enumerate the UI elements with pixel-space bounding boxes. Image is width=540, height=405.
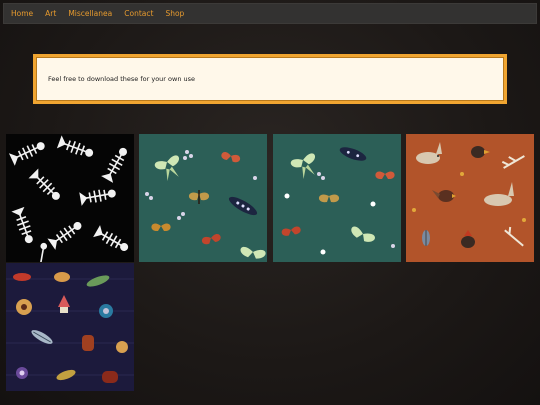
pattern-tile-luna-moths-variant[interactable]	[273, 134, 401, 262]
pattern-tile-fish-skeletons[interactable]	[6, 134, 134, 262]
nav-shop-link[interactable]: Shop	[165, 9, 184, 18]
download-notice-text: Feel free to download these for your own…	[48, 75, 196, 83]
pattern-tile-hares-and-birds[interactable]	[406, 134, 534, 262]
download-notice-box: Feel free to download these for your own…	[33, 54, 507, 104]
nav-miscellanea-link[interactable]: Miscellanea	[68, 9, 112, 18]
nav-contact-link[interactable]: Contact	[124, 9, 153, 18]
luna-moth-variant-pattern-image	[273, 134, 401, 262]
fishing-lures-pattern-image	[6, 263, 134, 391]
luna-moth-pattern-image	[139, 134, 267, 262]
pattern-tile-fishing-lures[interactable]	[6, 263, 134, 391]
hares-and-birds-pattern-image	[406, 134, 534, 262]
top-navbar: Home Art Miscellanea Contact Shop	[3, 3, 537, 24]
fish-skeleton-pattern-image	[6, 134, 134, 262]
nav-home-link[interactable]: Home	[11, 9, 33, 18]
nav-art-link[interactable]: Art	[45, 9, 56, 18]
pattern-tile-luna-moths[interactable]	[139, 134, 267, 262]
